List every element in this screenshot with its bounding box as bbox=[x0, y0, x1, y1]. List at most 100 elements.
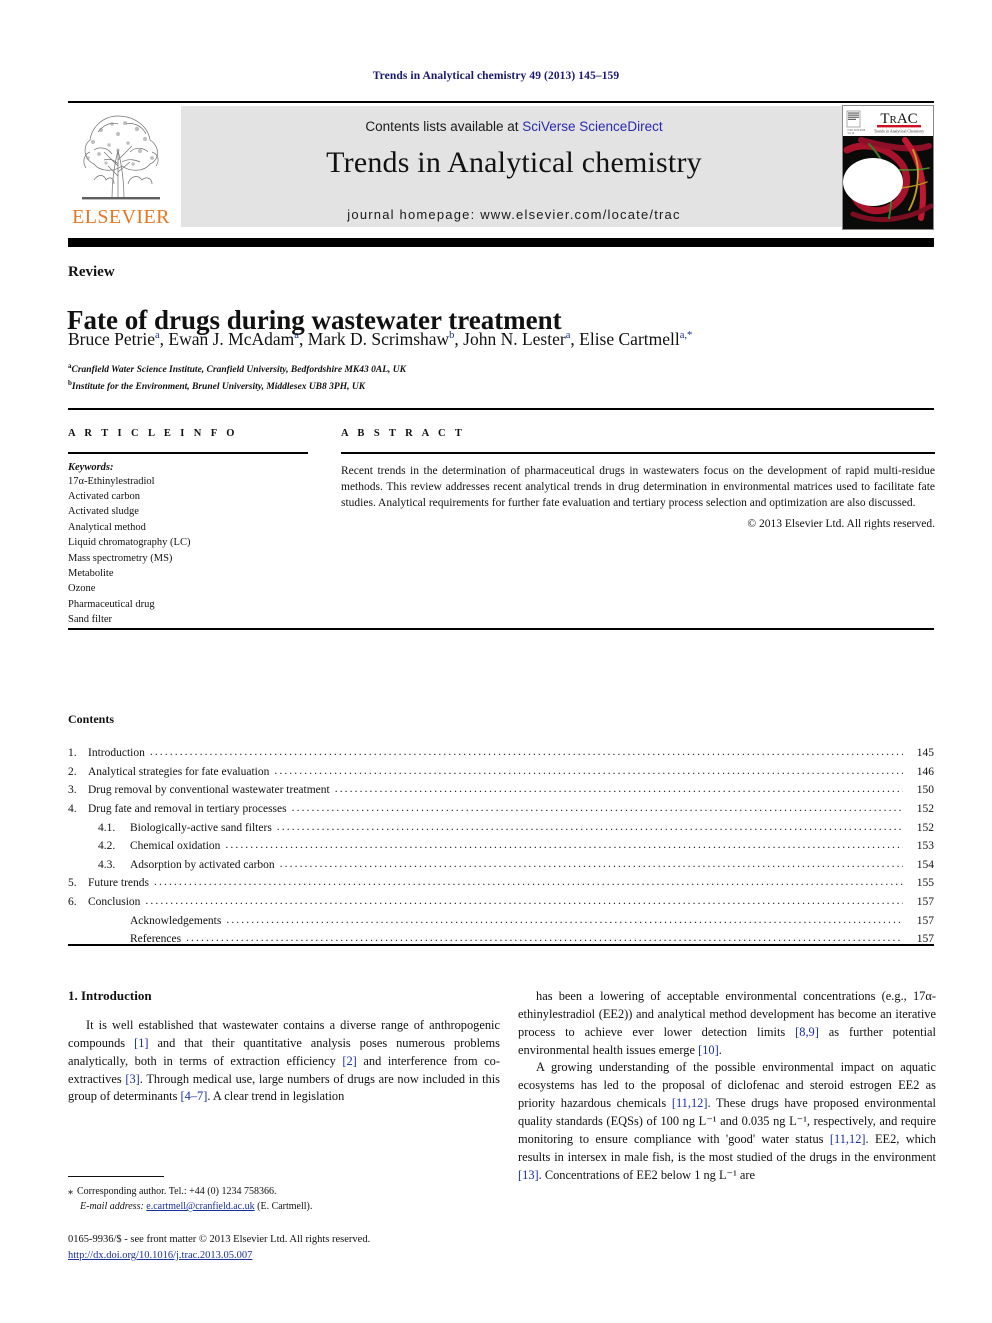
toc-entry-page: 150 bbox=[916, 784, 934, 797]
toc-entry-number: 6. bbox=[68, 896, 77, 908]
toc-entry-label: Drug removal by conventional wastewater … bbox=[88, 784, 330, 797]
toc-entry[interactable]: 4.3. Adsorption by activated carbon......… bbox=[68, 856, 934, 875]
journal-cover-thumbnail: ISSN 0165-9936 Vol 49 TRAC Trends in Ana… bbox=[842, 105, 934, 230]
body-column-left: 1. Introduction It is well established t… bbox=[68, 988, 500, 1106]
author-affiliation-mark: a bbox=[294, 330, 299, 342]
toc-entry-label: Analytical strategies for fate evaluatio… bbox=[88, 765, 270, 778]
toc-entry[interactable]: 4.2. Chemical oxidation..................… bbox=[68, 837, 934, 856]
sciencedirect-link[interactable]: SciVerse ScienceDirect bbox=[522, 119, 662, 134]
citation-reference[interactable]: [8,9] bbox=[795, 1025, 819, 1039]
abstract-text: Recent trends in the determination of ph… bbox=[341, 464, 935, 510]
author-name: Bruce Petrie bbox=[68, 329, 155, 349]
toc-entry[interactable]: References..............................… bbox=[68, 930, 934, 949]
citation-reference[interactable]: [11,12] bbox=[830, 1132, 866, 1146]
issn-copyright-block: 0165-9936/$ - see front matter © 2013 El… bbox=[68, 1232, 668, 1264]
journal-homepage-link[interactable]: journal homepage: www.elsevier.com/locat… bbox=[181, 207, 847, 222]
article-type-label: Review bbox=[68, 264, 115, 280]
affiliation-list: aCranfield Water Science Institute, Cran… bbox=[68, 361, 668, 395]
toc-entry[interactable]: 1. Introduction..........................… bbox=[68, 744, 934, 763]
table-of-contents: 1. Introduction..........................… bbox=[68, 744, 934, 949]
toc-dot-leader: ........................................… bbox=[279, 857, 903, 870]
toc-entry-label: Drug fate and removal in tertiary proces… bbox=[88, 802, 287, 815]
toc-entry-label: Introduction bbox=[88, 747, 145, 759]
toc-entry[interactable]: 4. Drug fate and removal in tertiary proc… bbox=[68, 800, 934, 819]
citation-reference[interactable]: [13] bbox=[518, 1168, 539, 1182]
toc-entry[interactable]: Acknowledgements........................… bbox=[68, 912, 934, 931]
corresponding-author-footnote: ⁎ Corresponding author. Tel.: +44 (0) 123… bbox=[68, 1184, 498, 1214]
toc-entry-page: 155 bbox=[916, 877, 934, 890]
keyword-item: 17α-Ethinylestradiol bbox=[68, 475, 155, 487]
doi-link[interactable]: http://dx.doi.org/10.1016/j.trac.2013.05… bbox=[68, 1250, 252, 1261]
info-top-rule bbox=[68, 408, 934, 410]
footnote-rule bbox=[68, 1176, 164, 1177]
keywords-label: Keywords: bbox=[68, 461, 114, 473]
toc-entry-label: Acknowledgements bbox=[130, 914, 222, 927]
article-info-rule bbox=[68, 452, 308, 454]
toc-dot-leader: ........................................… bbox=[226, 913, 903, 926]
toc-entry-page: 157 bbox=[916, 933, 934, 946]
toc-entry-page: 152 bbox=[916, 802, 934, 815]
elsevier-wordmark: ELSEVIER bbox=[72, 206, 170, 228]
author-name: Mark D. Scrimshaw bbox=[307, 329, 450, 349]
body-column-right: has been a lowering of acceptable enviro… bbox=[518, 988, 936, 1184]
author-name: Elise Cartmell bbox=[579, 329, 680, 349]
keyword-item: Analytical method bbox=[68, 521, 146, 533]
citation-reference[interactable]: [3] bbox=[125, 1072, 139, 1086]
citation-reference[interactable]: [11,12] bbox=[672, 1096, 708, 1110]
body-right-paragraphs: has been a lowering of acceptable enviro… bbox=[518, 988, 936, 1184]
contents-available-line: Contents lists available at SciVerse Sci… bbox=[181, 119, 847, 134]
toc-entry-label: Chemical oxidation bbox=[130, 840, 221, 853]
masthead-bottom-bar bbox=[68, 238, 934, 247]
author-name: Ewan J. McAdam bbox=[168, 329, 295, 349]
body-left-paragraphs: It is well established that wastewater c… bbox=[68, 1017, 500, 1106]
journal-masthead: ELSEVIER Contents lists available at Sci… bbox=[68, 105, 934, 230]
toc-entry[interactable]: 2. Analytical strategies for fate evaluat… bbox=[68, 763, 934, 782]
svg-text:Trends in Analytical Chemistry: Trends in Analytical Chemistry bbox=[874, 129, 924, 134]
section-heading-introduction: 1. Introduction bbox=[68, 988, 152, 1003]
masthead-top-rule bbox=[68, 101, 934, 103]
keyword-item: Metabolite bbox=[68, 568, 114, 580]
toc-entry-label: Conclusion bbox=[88, 896, 141, 908]
toc-entry-label: Future trends bbox=[88, 877, 150, 890]
issn-line: 0165-9936/$ - see front matter © 2013 El… bbox=[68, 1234, 371, 1245]
toc-entry[interactable]: 4.1. Biologically-active sand filters....… bbox=[68, 819, 934, 838]
toc-entry-page: 145 bbox=[916, 747, 934, 759]
keyword-item: Ozone bbox=[68, 583, 96, 595]
toc-entry[interactable]: 3. Drug removal by conventional wastewate… bbox=[68, 781, 934, 800]
toc-dot-leader: ........................................… bbox=[225, 839, 903, 852]
author-affiliation-mark: a bbox=[565, 330, 571, 342]
toc-entry-label: Adsorption by activated carbon bbox=[130, 858, 275, 871]
journal-title: Trends in Analytical chemistry bbox=[326, 146, 702, 179]
asterisk-icon: ⁎ bbox=[68, 1186, 73, 1197]
keyword-item: Pharmaceutical drug bbox=[68, 598, 155, 610]
toc-entry[interactable]: 5. Future trends.........................… bbox=[68, 874, 934, 893]
body-paragraph: A growing understanding of the possible … bbox=[518, 1060, 936, 1182]
toc-entry-page: 157 bbox=[916, 914, 934, 927]
email-owner: (E. Cartmell). bbox=[257, 1201, 313, 1212]
affiliation-item: aCranfield Water Science Institute, Cran… bbox=[68, 362, 406, 376]
author-affiliation-mark: a,* bbox=[679, 330, 693, 342]
running-head: Trends in Analytical chemistry 49 (2013)… bbox=[372, 70, 620, 82]
affiliation-item: bInstitute for the Environment, Brunel U… bbox=[68, 378, 366, 393]
toc-entry-number: 5. bbox=[68, 877, 77, 890]
contents-heading: Contents bbox=[68, 712, 115, 726]
email-link[interactable]: e.cartmell@cranfield.ac.uk bbox=[146, 1201, 254, 1212]
body-paragraph: has been a lowering of acceptable enviro… bbox=[518, 989, 936, 1057]
toc-dot-leader: ........................................… bbox=[291, 801, 903, 814]
toc-entry-page: 154 bbox=[916, 858, 934, 871]
elsevier-tree-icon bbox=[82, 115, 160, 200]
email-footnote-line: E-mail address: e.cartmell@cranfield.ac.… bbox=[68, 1199, 498, 1214]
toc-entry-page: 146 bbox=[916, 765, 934, 778]
citation-reference[interactable]: [10] bbox=[698, 1043, 719, 1057]
masthead-banner: Contents lists available at SciVerse Sci… bbox=[181, 106, 847, 227]
toc-dot-leader: ........................................… bbox=[334, 783, 903, 796]
toc-entry[interactable]: 6. Conclusion............................… bbox=[68, 893, 934, 912]
citation-reference[interactable]: [1] bbox=[134, 1036, 148, 1050]
abstract-rule bbox=[341, 452, 935, 454]
abstract-block: A B S T R A C T Recent trends in the det… bbox=[341, 428, 935, 530]
citation-reference[interactable]: [2] bbox=[342, 1054, 356, 1068]
toc-entry-page: 157 bbox=[916, 896, 934, 908]
keyword-item: Activated carbon bbox=[68, 490, 141, 502]
toc-dot-leader: ........................................… bbox=[154, 876, 903, 889]
citation-reference[interactable]: [4–7] bbox=[181, 1089, 208, 1103]
